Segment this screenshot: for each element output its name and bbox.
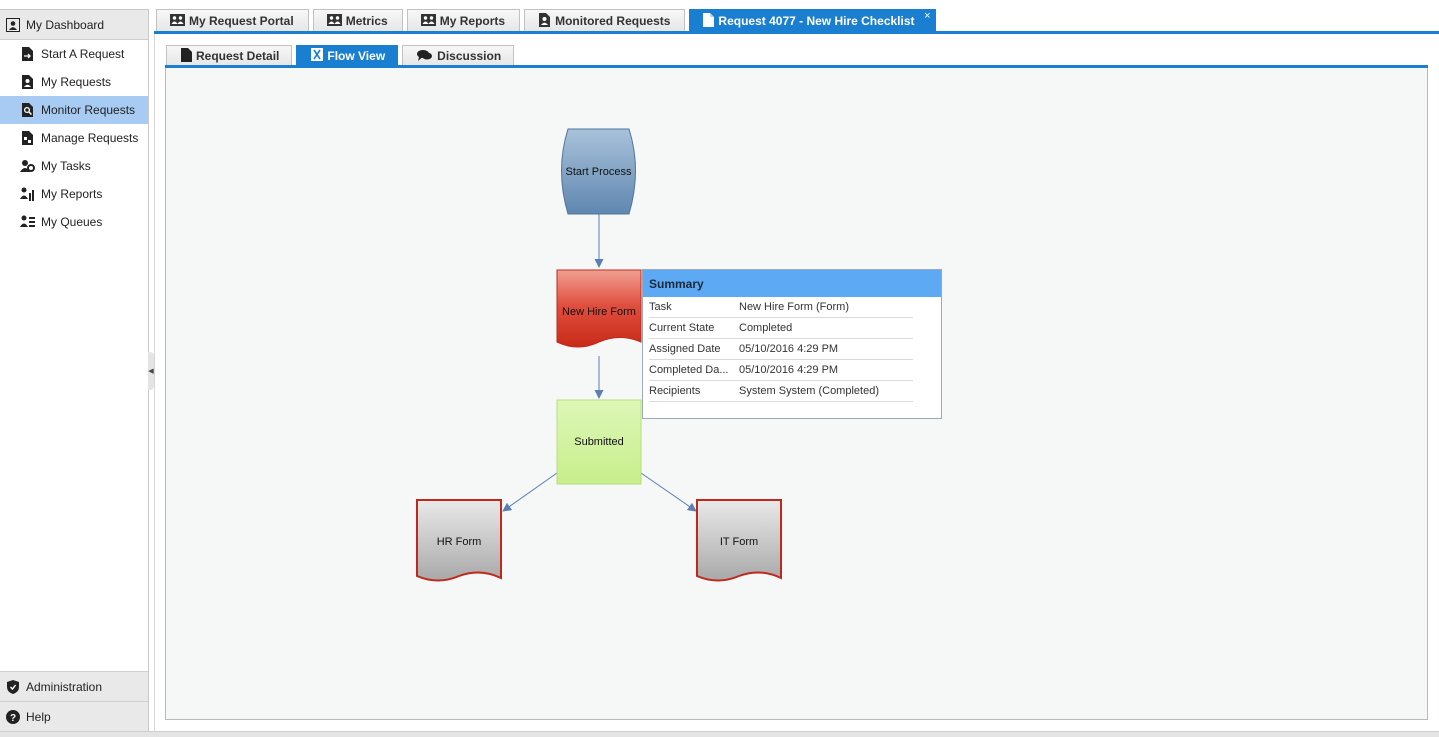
- tasks-icon: [20, 159, 35, 174]
- summary-row-task: Task New Hire Form (Form): [649, 297, 913, 318]
- sidebar-item-my-tasks[interactable]: My Tasks: [0, 152, 148, 180]
- summary-value: Completed: [739, 322, 793, 334]
- summary-value: New Hire Form (Form): [739, 301, 849, 313]
- node-label: New Hire Form: [562, 306, 636, 318]
- tab-monitored-requests[interactable]: Monitored Requests: [524, 9, 686, 32]
- tab-label: My Request Portal: [189, 14, 294, 28]
- tab-metrics[interactable]: Metrics: [312, 9, 403, 32]
- summary-popup: Summary Task New Hire Form (Form) Curren…: [642, 269, 942, 419]
- tab-label: Metrics: [345, 14, 388, 28]
- sidebar-item-label: My Requests: [41, 75, 112, 89]
- sidebar-item-label: Help: [26, 709, 51, 724]
- sub-tab-bar: Request Detail Flow View Discussion: [166, 45, 515, 66]
- sidebar-item-label: Monitor Requests: [41, 103, 136, 117]
- node-label: Start Process: [565, 166, 632, 178]
- tab-label: Request Detail: [196, 49, 280, 63]
- flow-node-new-hire-form[interactable]: New Hire Form: [556, 269, 642, 348]
- tab-discussion[interactable]: Discussion: [402, 45, 515, 66]
- sidebar: My Dashboard Start A Request My Requests…: [0, 9, 149, 731]
- summary-key: Current State: [649, 322, 715, 334]
- document-icon: [703, 12, 715, 30]
- shield-icon: [5, 679, 20, 694]
- flow-node-submitted[interactable]: Submitted: [556, 399, 642, 485]
- sidebar-item-monitor-requests[interactable]: Monitor Requests: [0, 96, 148, 124]
- sidebar-item-my-requests[interactable]: My Requests: [0, 68, 148, 96]
- summary-key: Recipients: [649, 385, 701, 397]
- summary-title: Summary: [643, 270, 941, 297]
- tab-label: Monitored Requests: [555, 14, 671, 28]
- tab-label: My Reports: [439, 14, 506, 28]
- sidebar-item-help[interactable]: ? Help: [0, 701, 148, 731]
- node-label: HR Form: [437, 536, 482, 548]
- reports-icon: [20, 187, 35, 202]
- summary-row-recipients: Recipients System System (Completed): [649, 381, 913, 402]
- summary-value: 05/10/2016 4:29 PM: [739, 343, 839, 355]
- my-requests-icon: [20, 75, 35, 90]
- tab-request-detail[interactable]: Request Detail: [166, 45, 293, 66]
- help-icon: ?: [5, 709, 20, 724]
- discussion-icon: [417, 49, 433, 64]
- sidebar-header-label: My Dashboard: [26, 17, 105, 32]
- top-tab-bar: My Request Portal Metrics My Reports Mon…: [156, 9, 936, 32]
- start-request-icon: [20, 47, 35, 62]
- flow-node-start-process[interactable]: Start Process: [561, 128, 636, 215]
- summary-key: Task: [649, 301, 672, 313]
- sidebar-item-label: Start A Request: [41, 47, 125, 61]
- sidebar-item-my-reports[interactable]: My Reports: [0, 180, 148, 208]
- sidebar-item-manage-requests[interactable]: Manage Requests: [0, 124, 148, 152]
- monitored-requests-icon: [538, 12, 551, 30]
- tab-request-4077[interactable]: Request 4077 - New Hire Checklist ×: [689, 9, 936, 32]
- queues-icon: [20, 215, 35, 230]
- sidebar-item-start-a-request[interactable]: Start A Request: [0, 40, 148, 68]
- monitor-requests-icon: [20, 103, 35, 118]
- close-tab-icon[interactable]: ×: [924, 10, 930, 22]
- dashboard-icon: [5, 17, 20, 32]
- sidebar-header-my-dashboard[interactable]: My Dashboard: [0, 10, 148, 40]
- sidebar-item-label: Manage Requests: [41, 131, 139, 145]
- sidebar-item-administration[interactable]: Administration: [0, 671, 148, 701]
- node-label: IT Form: [720, 536, 758, 548]
- node-label: Submitted: [574, 436, 624, 448]
- summary-key: Completed Da...: [649, 364, 729, 376]
- svg-text:?: ?: [9, 713, 15, 724]
- top-tab-underline: [154, 31, 1439, 34]
- sidebar-item-my-queues[interactable]: My Queues: [0, 208, 148, 236]
- manage-requests-icon: [20, 131, 35, 146]
- sidebar-item-label: Administration: [26, 679, 103, 694]
- metrics-icon: [326, 13, 342, 29]
- flow-node-hr-form[interactable]: HR Form: [416, 499, 502, 582]
- sidebar-item-label: My Queues: [41, 215, 103, 229]
- summary-row-completed-date: Completed Da... 05/10/2016 4:29 PM: [649, 360, 913, 381]
- tab-my-request-portal[interactable]: My Request Portal: [156, 9, 309, 32]
- summary-row-current-state: Current State Completed: [649, 318, 913, 339]
- sidebar-item-label: My Reports: [41, 187, 103, 201]
- tab-label: Flow View: [327, 49, 386, 63]
- summary-value: System System (Completed): [739, 385, 879, 397]
- flow-view-icon: [311, 48, 324, 64]
- summary-value: 05/10/2016 4:29 PM: [739, 364, 839, 376]
- sidebar-item-label: My Tasks: [41, 159, 91, 173]
- tab-label: Discussion: [437, 49, 502, 63]
- reports-tab-icon: [420, 13, 436, 29]
- summary-key: Assigned Date: [649, 343, 721, 355]
- bottom-status-bar: [0, 731, 1439, 737]
- portal-icon: [170, 13, 185, 29]
- document-icon: [181, 47, 192, 65]
- tab-flow-view[interactable]: Flow View: [296, 45, 399, 66]
- sidebar-footer: Administration ? Help: [0, 671, 148, 731]
- tab-my-reports[interactable]: My Reports: [406, 9, 521, 32]
- tab-label: Request 4077 - New Hire Checklist: [718, 14, 915, 28]
- summary-row-assigned-date: Assigned Date 05/10/2016 4:29 PM: [649, 339, 913, 360]
- flow-node-it-form[interactable]: IT Form: [696, 499, 782, 582]
